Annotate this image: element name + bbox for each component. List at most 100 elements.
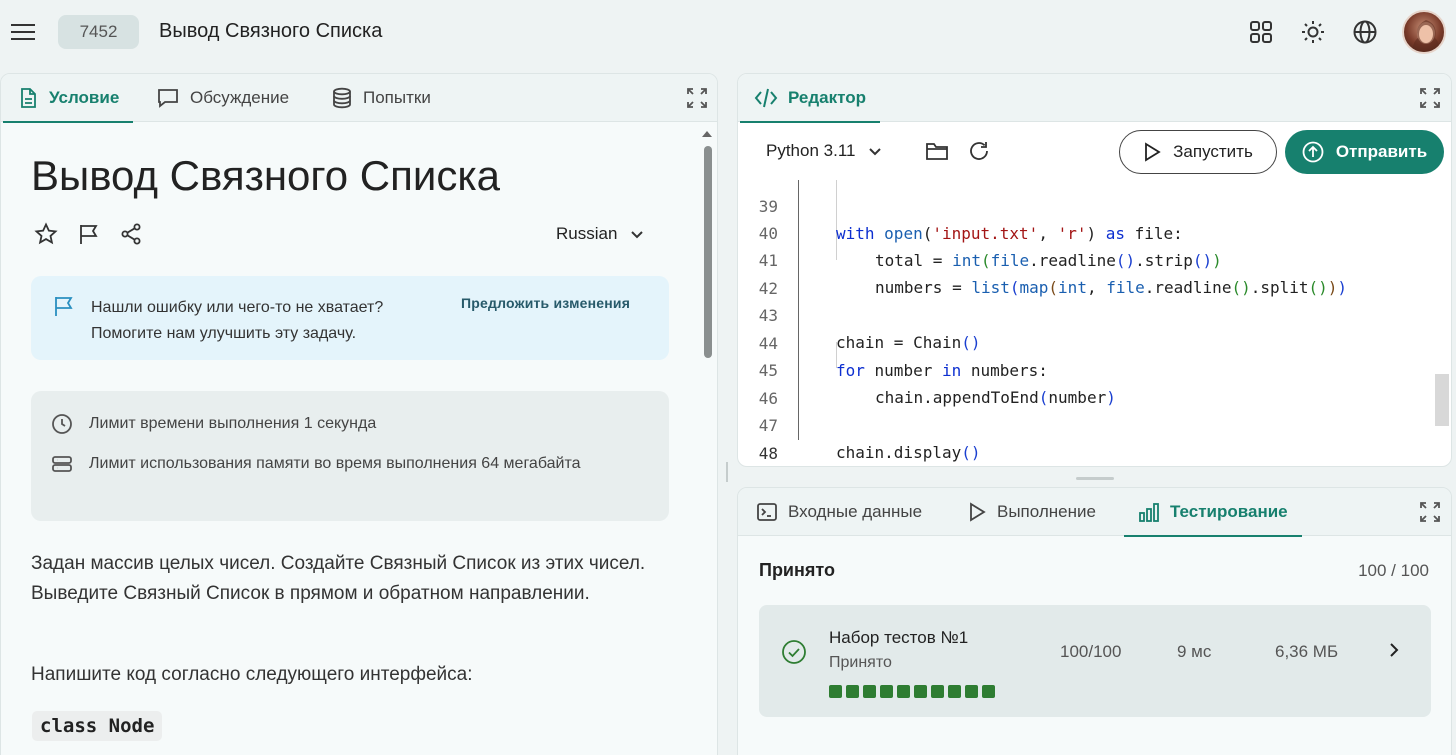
upload-icon (1302, 141, 1324, 163)
globe-icon[interactable] (1352, 19, 1378, 45)
test-pass-indicator (863, 685, 876, 698)
vertical-splitter[interactable] (726, 462, 728, 482)
flag-icon (53, 295, 75, 317)
play-icon (970, 502, 986, 522)
tab-testing-label: Тестирование (1170, 502, 1288, 521)
expand-icon[interactable] (1419, 501, 1441, 523)
share-icon[interactable] (119, 222, 143, 246)
test-pass-indicator (914, 685, 927, 698)
code-line: 44 for number in numbers: (738, 303, 1451, 380)
terminal-icon (757, 503, 777, 521)
memory-limit-text: Лимит использования памяти во время выпо… (89, 455, 581, 472)
code-line: 46 (738, 358, 1451, 408)
tab-input[interactable]: Входные данные (756, 488, 922, 536)
tab-editor[interactable]: Редактор (740, 74, 880, 123)
reset-icon[interactable] (968, 140, 990, 162)
result-tabs: Входные данные Выполнение Тестирование (738, 488, 1451, 537)
limits-box: Лимит времени выполнения 1 секунда Лимит… (31, 391, 669, 521)
test-pass-indicator (829, 685, 842, 698)
time-limit-text: Лимит времени выполнения 1 секунда (89, 415, 377, 432)
user-avatar[interactable] (1402, 10, 1446, 54)
chevron-down-icon (631, 231, 644, 239)
suggest-changes-link[interactable]: Предложить изменения (461, 295, 630, 311)
result-status: Принято (759, 560, 835, 580)
code-editor[interactable]: 39 with open('input.txt', 'r') as file: … (738, 180, 1451, 466)
sun-icon[interactable] (1300, 19, 1326, 45)
tab-testing[interactable]: Тестирование (1124, 488, 1302, 537)
code-icon (754, 88, 778, 108)
problem-panel: Условие Обсуждение Попытки Вывод Связног… (0, 73, 718, 755)
tab-editor-label: Редактор (788, 88, 866, 107)
test-pass-indicator (948, 685, 961, 698)
editor-scrollbar-thumb[interactable] (1435, 374, 1449, 426)
problem-number-badge: 7452 (58, 15, 139, 49)
editor-panel: Редактор Python 3.11 Запустить Отправить (737, 73, 1452, 467)
chevron-right-icon[interactable] (1385, 641, 1403, 659)
bar-chart-icon (1139, 503, 1159, 522)
time-limit-row: Лимит времени выполнения 1 секунда (51, 411, 376, 436)
editor-tabs: Редактор (738, 74, 1451, 123)
memory-icon (52, 456, 72, 472)
folder-icon[interactable] (925, 140, 949, 162)
notice-line-2: Помогите нам улучшить эту задачу. (91, 325, 357, 342)
code-line: 39 with open('input.txt', 'r') as file: (738, 180, 1451, 243)
statement-language-select[interactable]: Russian (556, 224, 645, 244)
submit-button[interactable]: Отправить (1285, 130, 1444, 174)
problem-title-header: Вывод Связного Списка (159, 20, 383, 42)
statement-language-value: Russian (556, 224, 618, 243)
memory-limit-row: Лимит использования памяти во время выпо… (51, 451, 611, 476)
run-label: Запустить (1173, 142, 1253, 161)
tab-attempts[interactable]: Попытки (331, 74, 431, 122)
test-result-dots (829, 685, 995, 698)
test-set-memory: 6,36 МБ (1275, 642, 1339, 661)
language-value: Python 3.11 (766, 141, 856, 160)
feedback-notice: Нашли ошибку или чего-то не хватает? Пом… (31, 276, 669, 360)
chevron-down-icon (869, 148, 882, 156)
test-set-card[interactable]: Набор тестов №1 Принято 100/100 9 мс 6,3… (759, 605, 1431, 717)
star-icon[interactable] (34, 222, 58, 246)
tab-discussion[interactable]: Обсуждение (156, 74, 289, 122)
run-button[interactable]: Запустить (1119, 130, 1277, 174)
tab-statement[interactable]: Условие (2, 74, 134, 123)
problem-tabs: Условие Обсуждение Попытки (1, 74, 717, 123)
flag-icon[interactable] (77, 222, 101, 246)
interface-code: class Node (32, 711, 163, 741)
document-icon (21, 88, 36, 108)
code-line: 40 total = int(file.readline().strip()) (738, 193, 1451, 270)
code-line: 47 chain.display() (738, 385, 1451, 462)
test-pass-indicator (931, 685, 944, 698)
test-pass-indicator (846, 685, 859, 698)
notice-text: Нашли ошибку или чего-то не хватает? Пом… (91, 295, 383, 347)
test-set-name: Набор тестов №1 (829, 628, 969, 647)
editor-toolbar: Python 3.11 Запустить Отправить (738, 122, 1451, 180)
top-bar: 7452 Вывод Связного Списка (0, 0, 1456, 66)
test-pass-indicator (880, 685, 893, 698)
code-line: 45 chain.appendToEnd(number) (738, 330, 1451, 407)
tab-statement-label: Условие (49, 88, 120, 107)
grid-icon[interactable] (1248, 19, 1274, 45)
expand-icon[interactable] (686, 87, 708, 109)
code-line: 48 chain.displayReversed() (738, 413, 1451, 463)
test-set-time: 9 мс (1177, 642, 1212, 661)
code-line: 43 chain = Chain() (738, 275, 1451, 352)
language-select[interactable]: Python 3.11 (766, 141, 883, 161)
tab-execution[interactable]: Выполнение (967, 488, 1096, 536)
expand-icon[interactable] (1419, 87, 1441, 109)
test-pass-indicator (965, 685, 978, 698)
tab-discussion-label: Обсуждение (190, 88, 290, 107)
line-number: 48 (758, 444, 778, 463)
test-pass-indicator (982, 685, 995, 698)
check-circle-icon (781, 639, 807, 665)
horizontal-splitter[interactable] (1076, 477, 1114, 480)
test-set-score: 100/100 (1060, 642, 1122, 661)
notice-line-1: Нашли ошибку или чего-то не хватает? (91, 299, 384, 316)
tab-input-label: Входные данные (788, 502, 923, 521)
code-line: 41 numbers = list(map(int, file.readline… (738, 220, 1451, 297)
scrollbar-thumb[interactable] (704, 146, 712, 358)
chat-icon (158, 89, 178, 108)
result-panel: Входные данные Выполнение Тестирование П… (737, 487, 1452, 755)
problem-description: Задан массив целых чисел. Создайте Связн… (31, 553, 646, 604)
test-pass-indicator (897, 685, 910, 698)
menu-icon[interactable] (11, 22, 35, 42)
result-score: 100 / 100 (1358, 561, 1429, 580)
